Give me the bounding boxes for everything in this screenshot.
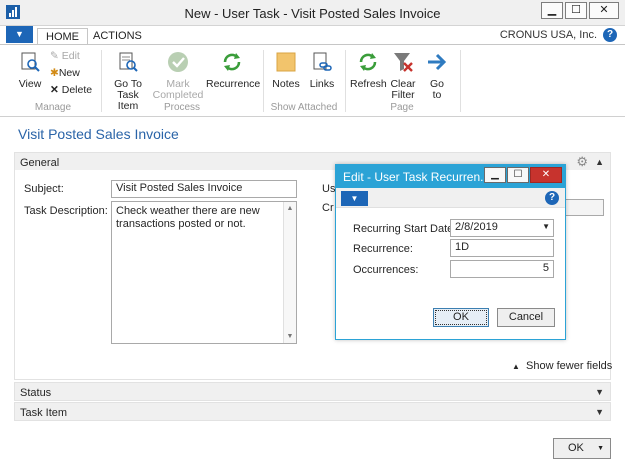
refresh-button[interactable]: Refresh <box>350 51 387 90</box>
company-name[interactable]: CRONUS USA, Inc. <box>500 29 597 41</box>
close-button[interactable]: ✕ <box>589 2 619 19</box>
mark-completed-button[interactable]: Mark Completed <box>151 51 205 101</box>
dialog-minimize-button[interactable]: ▁ <box>484 167 506 183</box>
window-title: New - User Task - Visit Posted Sales Inv… <box>184 6 441 21</box>
task-description-field[interactable]: Check weather there are new transactions… <box>111 201 297 344</box>
ribbon-separator <box>263 50 264 112</box>
view-icon <box>21 52 40 72</box>
recurrence-icon <box>223 53 241 71</box>
dialog-title: Edit - User Task Recurren... <box>343 170 491 184</box>
pencil-icon: ✎ <box>50 50 59 62</box>
subject-field[interactable]: Visit Posted Sales Invoice <box>111 180 297 198</box>
created-field-label-partial: Cr <box>322 202 334 214</box>
task-description-label: Task Description: <box>24 205 108 217</box>
fasttab-status-label: Status <box>20 387 52 399</box>
fasttab-task-item[interactable]: Task Item ▼ <box>14 402 611 421</box>
checkmark-icon <box>168 52 188 72</box>
scroll-up-icon[interactable]: ▲ <box>284 205 296 212</box>
page-ok-button[interactable]: OK ▼ <box>553 438 611 459</box>
group-label-page: Page <box>390 102 414 113</box>
task-item-icon <box>119 52 138 72</box>
recurring-start-date-field[interactable]: 2/8/2019 ▼ <box>450 219 554 237</box>
minimize-button[interactable]: ▁ <box>541 2 563 19</box>
chevron-up-icon[interactable]: ▲ <box>595 157 604 167</box>
clear-filter-icon <box>394 53 413 72</box>
ribbon-separator <box>460 50 461 112</box>
chevron-down-icon[interactable]: ▼ <box>542 222 550 231</box>
subject-label: Subject: <box>24 183 64 195</box>
description-scrollbar[interactable]: ▲ ▼ <box>283 202 296 343</box>
clear-filter-button[interactable]: Clear Filter <box>387 51 419 101</box>
maximize-button[interactable]: ☐ <box>565 2 587 19</box>
links-button[interactable]: Links <box>305 51 339 90</box>
tab-home[interactable]: HOME <box>37 28 88 45</box>
notes-button[interactable]: Notes <box>268 51 304 90</box>
dialog-toolbar <box>336 188 565 208</box>
fasttab-status[interactable]: Status ▼ <box>14 382 611 401</box>
recurring-start-date-label: Recurring Start Date: <box>353 223 457 235</box>
app-menu-button[interactable]: ▼ <box>6 26 33 43</box>
task-description-text: Check weather there are new transactions… <box>116 205 260 230</box>
show-fewer-fields-link[interactable]: ▲ Show fewer fields <box>512 360 612 372</box>
dialog-help-icon[interactable]: ? <box>545 191 559 205</box>
dialog-maximize-button[interactable]: ☐ <box>507 167 529 183</box>
ribbon-separator <box>345 50 346 112</box>
scroll-down-icon[interactable]: ▼ <box>284 333 296 340</box>
dialog-menu-button[interactable]: ▼ <box>341 191 368 206</box>
dialog-ok-button[interactable]: OK <box>433 308 489 327</box>
new-icon: ✱ <box>50 67 59 79</box>
link-icon <box>313 52 332 71</box>
go-to-button[interactable]: Go to <box>422 51 452 101</box>
new-button[interactable]: ✱New <box>50 67 80 79</box>
group-label-manage: Manage <box>34 102 72 113</box>
chevron-down-icon[interactable]: ▼ <box>597 439 604 458</box>
chevron-down-icon[interactable]: ▼ <box>595 407 604 417</box>
note-icon <box>276 52 296 72</box>
refresh-icon <box>359 53 377 71</box>
group-label-show-attached: Show Attached <box>270 102 338 113</box>
help-icon[interactable]: ? <box>603 28 617 42</box>
fasttab-general-label: General <box>20 157 60 169</box>
tab-actions[interactable]: ACTIONS <box>85 28 150 45</box>
dialog-close-button[interactable]: ✕ <box>530 167 562 183</box>
arrow-right-icon <box>428 53 447 71</box>
fasttab-task-item-label: Task Item <box>20 407 68 419</box>
chevron-down-icon[interactable]: ▼ <box>595 387 604 397</box>
recurrence-field[interactable]: 1D <box>450 239 554 257</box>
created-field-partial[interactable] <box>560 199 604 216</box>
chevron-up-icon: ▲ <box>512 362 520 371</box>
gear-icon[interactable]: ⚙ <box>576 154 588 170</box>
occurrences-label: Occurrences: <box>353 264 419 276</box>
edit-button[interactable]: ✎ Edit <box>50 50 80 62</box>
user-field-label-partial: Us <box>322 183 336 195</box>
dialog-cancel-button[interactable]: Cancel <box>497 308 555 327</box>
occurrences-field[interactable]: 5 <box>450 260 554 278</box>
recurrence-dialog: Edit - User Task Recurren... ▁ ☐ ✕ ▼ ? R… <box>335 164 566 340</box>
recurrence-button[interactable]: Recurrence <box>206 51 260 90</box>
delete-button[interactable]: ✕ Delete <box>50 84 92 96</box>
recurrence-label: Recurrence: <box>353 243 413 255</box>
page-title: Visit Posted Sales Invoice <box>18 126 179 142</box>
delete-icon: ✕ <box>50 84 59 96</box>
view-button[interactable]: View <box>14 51 46 90</box>
group-label-process: Process <box>163 102 201 113</box>
ribbon-separator <box>101 50 102 112</box>
